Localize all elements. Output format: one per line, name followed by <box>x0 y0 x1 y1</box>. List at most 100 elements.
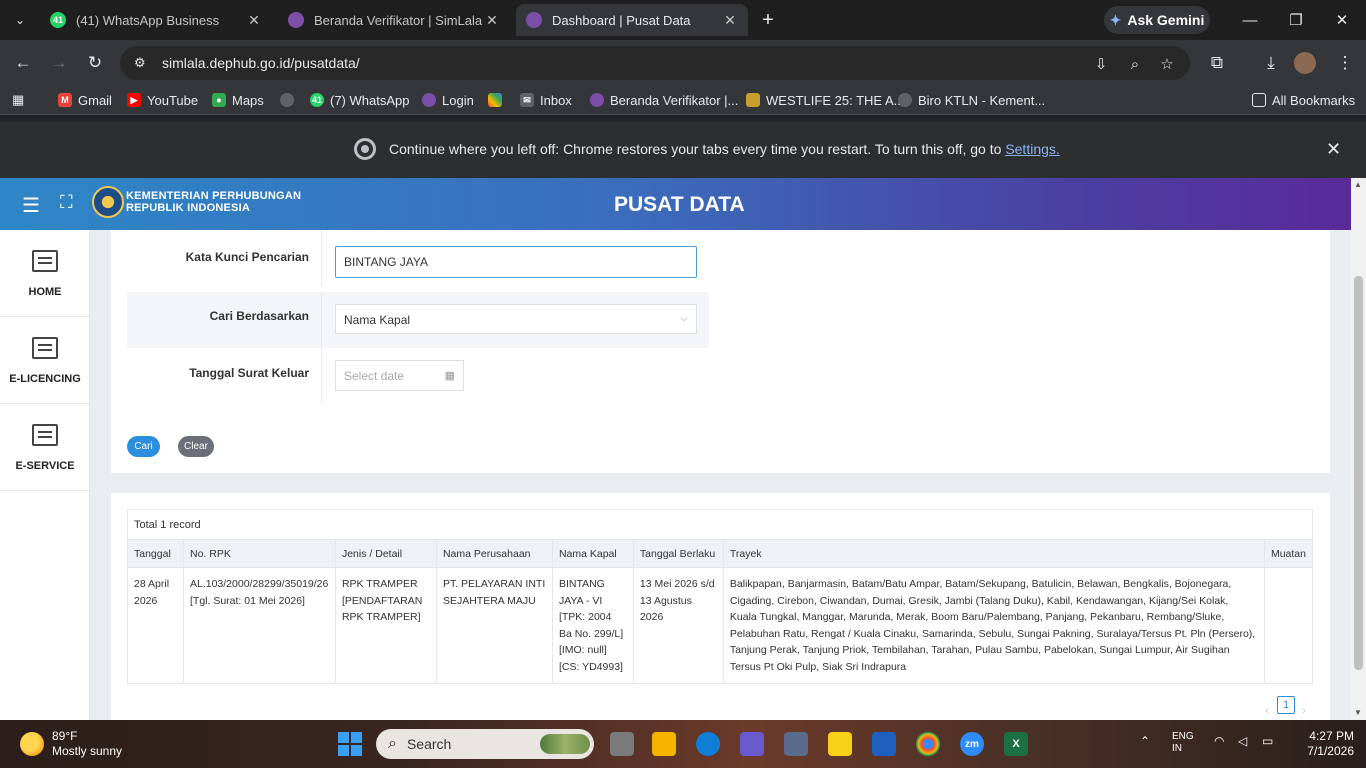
globe-icon <box>280 93 294 107</box>
bookmark-whatsapp[interactable]: 41 (7) WhatsApp <box>310 91 409 109</box>
menu-icon[interactable]: ⋮ <box>1332 50 1358 76</box>
ask-gemini-button[interactable]: ✦ Ask Gemini <box>1104 6 1210 34</box>
zoom-icon[interactable]: ⌕ <box>1124 53 1146 75</box>
keyword-row: Kata Kunci Pencarian <box>127 230 709 286</box>
pager-next-icon[interactable]: › <box>1302 703 1306 717</box>
pager-prev-icon[interactable]: ‹ <box>1265 703 1269 717</box>
keyword-label: Kata Kunci Pencarian <box>185 250 309 264</box>
site-info-icon[interactable]: ⚙ <box>134 55 152 71</box>
profile-avatar[interactable] <box>1294 52 1316 74</box>
back-button[interactable]: ← <box>10 50 36 76</box>
excel-icon[interactable]: X <box>1004 732 1028 756</box>
column-header[interactable]: Muatan <box>1263 539 1314 568</box>
column-header[interactable]: Nama Kapal <box>551 539 634 568</box>
bookmark-label: Inbox <box>540 92 572 108</box>
sidebar-item-e-service[interactable]: E-SERVICE <box>0 404 90 491</box>
reload-button[interactable]: ↻ <box>82 50 108 76</box>
page-scrollbar[interactable]: ▲ ▼ <box>1351 178 1366 720</box>
bookmark-gmail[interactable]: M Gmail <box>58 91 112 109</box>
search-button[interactable]: Cari <box>127 436 160 457</box>
wifi-icon[interactable]: ◠ <box>1214 734 1224 748</box>
clock-time: 4:27 PM <box>1309 729 1354 743</box>
column-header[interactable]: Nama Perusahaan <box>435 539 553 568</box>
scroll-up-icon[interactable]: ▲ <box>1354 180 1362 189</box>
start-button[interactable] <box>338 732 362 756</box>
search-form-card: Kata Kunci Pencarian Cari Berdasarkan Na… <box>111 230 1330 473</box>
column-header[interactable]: Jenis / Detail <box>334 539 437 568</box>
fullscreen-icon[interactable]: ⛶ <box>60 192 73 213</box>
file-explorer-icon[interactable] <box>652 732 676 756</box>
close-window-button[interactable]: ✕ <box>1322 6 1362 34</box>
pager-page-button[interactable]: 1 <box>1277 696 1295 714</box>
column-header[interactable]: Trayek <box>722 539 1265 568</box>
taskbar-search[interactable]: ⌕ Search <box>376 729 594 759</box>
bookmark-westlife[interactable]: WESTLIFE 25: THE A... <box>746 91 904 109</box>
edge-icon[interactable] <box>696 732 720 756</box>
forward-button[interactable]: → <box>46 50 72 76</box>
tray-overflow-icon[interactable]: ⌃ <box>1140 734 1150 748</box>
close-tab-icon[interactable]: ✕ <box>484 12 500 29</box>
bookmark-youtube[interactable]: ▶ YouTube <box>127 91 198 109</box>
search-by-select[interactable]: Nama Kapal ⌵ <box>335 304 697 334</box>
column-header[interactable]: Tanggal Berlaku <box>632 539 724 568</box>
bookmark-maps[interactable]: ● Maps <box>212 91 264 109</box>
bookmark-star-icon[interactable]: ☆ <box>1156 53 1178 75</box>
bookmark-pinwheel[interactable] <box>488 91 508 109</box>
maximize-button[interactable]: ❐ <box>1276 6 1316 34</box>
scrollbar-thumb[interactable] <box>1354 276 1363 670</box>
bookmark-login[interactable]: Login <box>422 91 474 109</box>
tab-label: (41) WhatsApp Business <box>76 12 220 28</box>
hamburger-menu-icon[interactable]: ☰ <box>22 193 40 218</box>
settings-link[interactable]: Settings. <box>1005 141 1059 157</box>
zoom-app-icon[interactable]: zm <box>960 732 984 756</box>
tab-simlala[interactable]: Beranda Verifikator | SimLala ✕ <box>278 4 510 36</box>
chrome-icon[interactable] <box>916 732 940 756</box>
url-text: simlala.dephub.go.id/pusatdata/ <box>162 55 360 71</box>
infobar-message: Continue where you left off: Chrome rest… <box>389 141 1060 157</box>
address-bar[interactable]: ⚙ simlala.dephub.go.id/pusatdata/ ⇩ ⌕ ☆ <box>120 46 1190 80</box>
all-bookmarks[interactable]: All Bookmarks <box>1252 91 1355 109</box>
sidebar-item-home[interactable]: HOME <box>0 230 90 317</box>
keyword-input[interactable] <box>335 246 697 278</box>
date-label: Tanggal Surat Keluar <box>189 366 309 380</box>
column-header[interactable]: No. RPK <box>182 539 336 568</box>
app-icon[interactable] <box>740 732 764 756</box>
close-tab-icon[interactable]: ✕ <box>246 12 262 29</box>
remote-desktop-icon[interactable] <box>872 732 896 756</box>
photos-icon <box>488 93 502 107</box>
task-view-icon[interactable] <box>610 732 634 756</box>
globe-icon <box>898 93 912 107</box>
tab-whatsapp[interactable]: 41 (41) WhatsApp Business ✕ <box>40 4 272 36</box>
close-tab-icon[interactable]: ✕ <box>722 12 738 29</box>
bookmark-inbox[interactable]: ✉ Inbox <box>520 91 572 109</box>
app-header: ☰ ⛶ KEMENTERIAN PERHUBUNGAN REPUBLIK IND… <box>0 178 1351 230</box>
tab-search-dropdown-icon[interactable]: ⌄ <box>8 8 32 32</box>
search-icon: ⌕ <box>388 735 397 752</box>
battery-icon[interactable]: ▭ <box>1262 734 1273 748</box>
date-picker[interactable]: Select date ▦ <box>335 360 464 391</box>
clear-button[interactable]: Clear <box>178 436 214 457</box>
bookmark-biro-ktln[interactable]: Biro KTLN - Kement... <box>898 91 1045 109</box>
extensions-icon[interactable]: ⧉ <box>1204 50 1230 76</box>
weather-sun-icon[interactable] <box>20 732 44 756</box>
tab-pusat-data[interactable]: Dashboard | Pusat Data ✕ <box>516 4 748 36</box>
close-infobar-icon[interactable]: ✕ <box>1326 139 1341 160</box>
sidebar-item-e-licencing[interactable]: E-LICENCING <box>0 317 90 404</box>
install-app-icon[interactable]: ⇩ <box>1090 53 1112 75</box>
apps-grid-icon[interactable]: ▦ <box>12 91 24 109</box>
minimize-button[interactable]: — <box>1230 6 1270 34</box>
bookmark-beranda[interactable]: Beranda Verifikator |... <box>590 91 738 109</box>
sticky-notes-icon[interactable] <box>828 732 852 756</box>
table-row[interactable]: 28 April 2026 AL.103/2000/28299/35019/26… <box>127 567 1314 684</box>
volume-icon[interactable]: ◁ <box>1238 734 1247 748</box>
camera-app-icon[interactable] <box>784 732 808 756</box>
column-header[interactable]: Tanggal <box>127 539 184 568</box>
sidebar-item-label: E-SERVICE <box>15 460 75 472</box>
weather-widget[interactable]: 89°F Mostly sunny <box>52 729 122 759</box>
bookmark-globe[interactable] <box>280 91 300 109</box>
scroll-down-icon[interactable]: ▼ <box>1354 708 1362 717</box>
clock[interactable]: 4:27 PM 7/1/2026 <box>1294 729 1354 759</box>
language-indicator[interactable]: ENG IN <box>1172 731 1194 755</box>
new-tab-button[interactable]: + <box>756 8 780 32</box>
downloads-icon[interactable]: ⤓ <box>1258 50 1284 76</box>
